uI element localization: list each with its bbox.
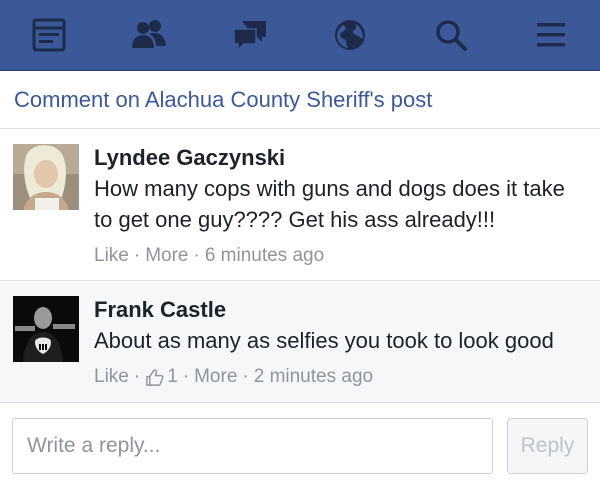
separator-dot: · [242, 366, 249, 387]
comment-actions: Like · 1 · More · 2 minutes ago [94, 365, 588, 389]
comment-author[interactable]: Lyndee Gaczynski [94, 144, 588, 172]
comment: Frank Castle About as many as selfies yo… [0, 282, 600, 403]
search-button[interactable] [424, 8, 478, 62]
comment-text: About as many as selfies you took to loo… [94, 328, 554, 353]
messages-icon [233, 21, 266, 52]
thumbs-up-icon[interactable] [145, 368, 164, 387]
friends-icon [132, 20, 167, 48]
reply-input[interactable] [12, 418, 493, 474]
more-link[interactable]: More [194, 365, 237, 389]
page-title[interactable]: Comment on Alachua County Sheriff's post [14, 87, 432, 113]
comment-body: Lyndee Gaczynski How many cops with guns… [94, 144, 588, 268]
comment-text: How many cops with guns and dogs does it… [94, 176, 565, 232]
profile-photo [13, 296, 79, 362]
feed-icon [32, 18, 66, 52]
comment-author[interactable]: Frank Castle [94, 296, 588, 324]
separator-dot: · [193, 245, 200, 266]
top-navbar [0, 0, 600, 71]
page-header: Comment on Alachua County Sheriff's post [0, 72, 600, 129]
comment: Lyndee Gaczynski How many cops with guns… [0, 130, 600, 281]
reply-button[interactable]: Reply [507, 418, 588, 474]
separator-dot: · [182, 366, 190, 387]
news-feed-button[interactable] [22, 8, 76, 62]
separator-dot: · [133, 245, 141, 266]
like-link[interactable]: Like [94, 365, 129, 389]
messages-button[interactable] [223, 8, 277, 62]
profile-photo [13, 144, 79, 210]
comment-timestamp[interactable]: 2 minutes ago [254, 365, 373, 389]
like-count[interactable]: 1 [167, 365, 178, 389]
reply-composer: Reply [0, 404, 600, 484]
avatar[interactable] [13, 296, 79, 362]
menu-button[interactable] [524, 8, 578, 62]
comment-timestamp[interactable]: 6 minutes ago [205, 244, 324, 268]
friend-requests-button[interactable] [122, 8, 176, 62]
notifications-globe-icon [335, 20, 366, 50]
comment-actions: Like · More · 6 minutes ago [94, 244, 588, 268]
separator-dot: · [133, 366, 141, 387]
notifications-button[interactable] [323, 8, 377, 62]
like-link[interactable]: Like [94, 244, 129, 268]
search-icon [435, 20, 467, 51]
more-link[interactable]: More [145, 244, 188, 268]
menu-icon [536, 23, 565, 47]
avatar[interactable] [13, 144, 79, 210]
comment-body: Frank Castle About as many as selfies yo… [94, 296, 588, 389]
